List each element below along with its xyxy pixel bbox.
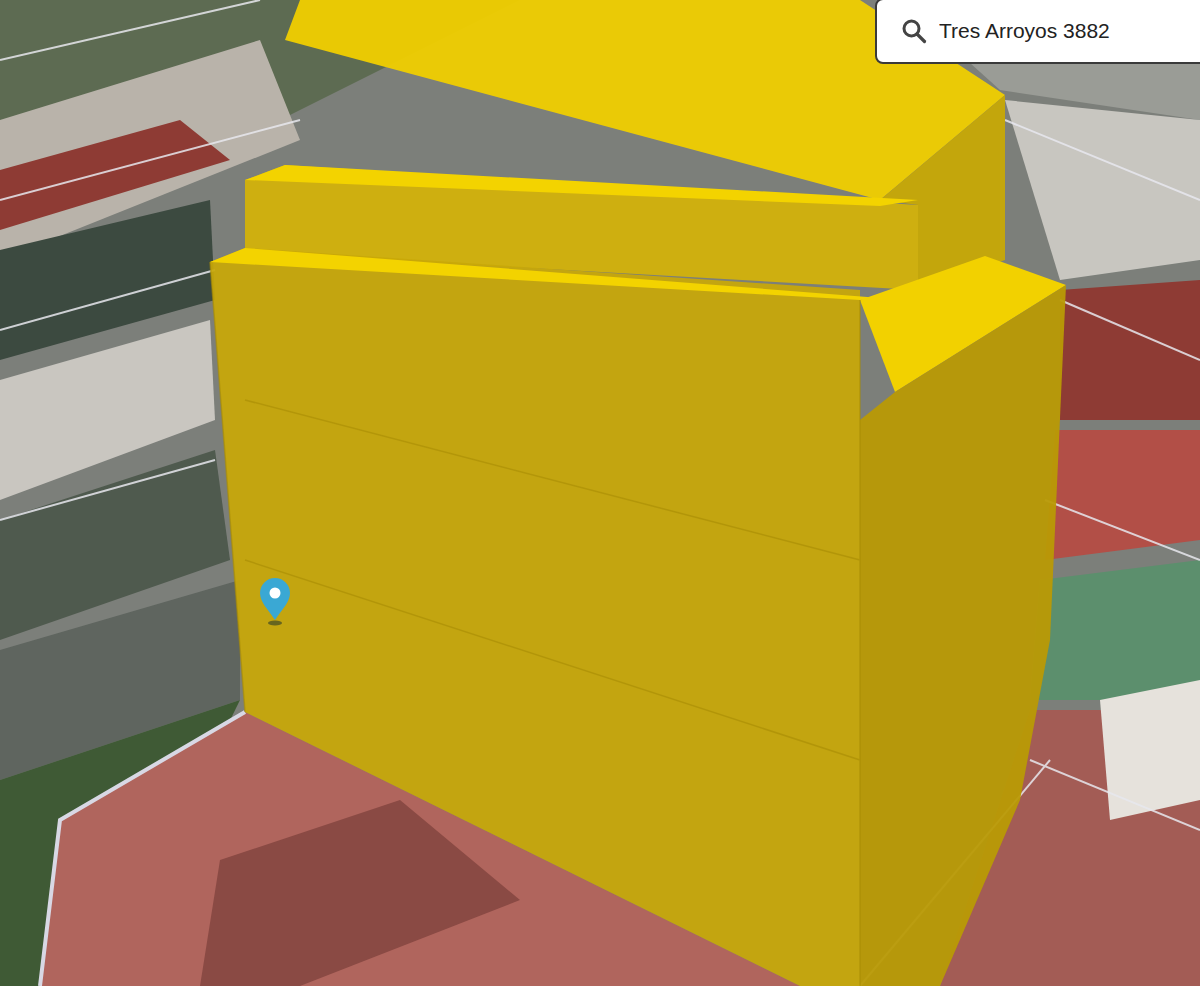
- search-input[interactable]: [939, 15, 1200, 47]
- magnifier-icon[interactable]: [901, 18, 927, 44]
- map-view[interactable]: [0, 0, 1200, 986]
- aerial-imagery: [0, 0, 1200, 986]
- location-pin-icon[interactable]: [257, 576, 293, 626]
- search-box[interactable]: [875, 0, 1200, 64]
- building-volume: [210, 0, 1066, 986]
